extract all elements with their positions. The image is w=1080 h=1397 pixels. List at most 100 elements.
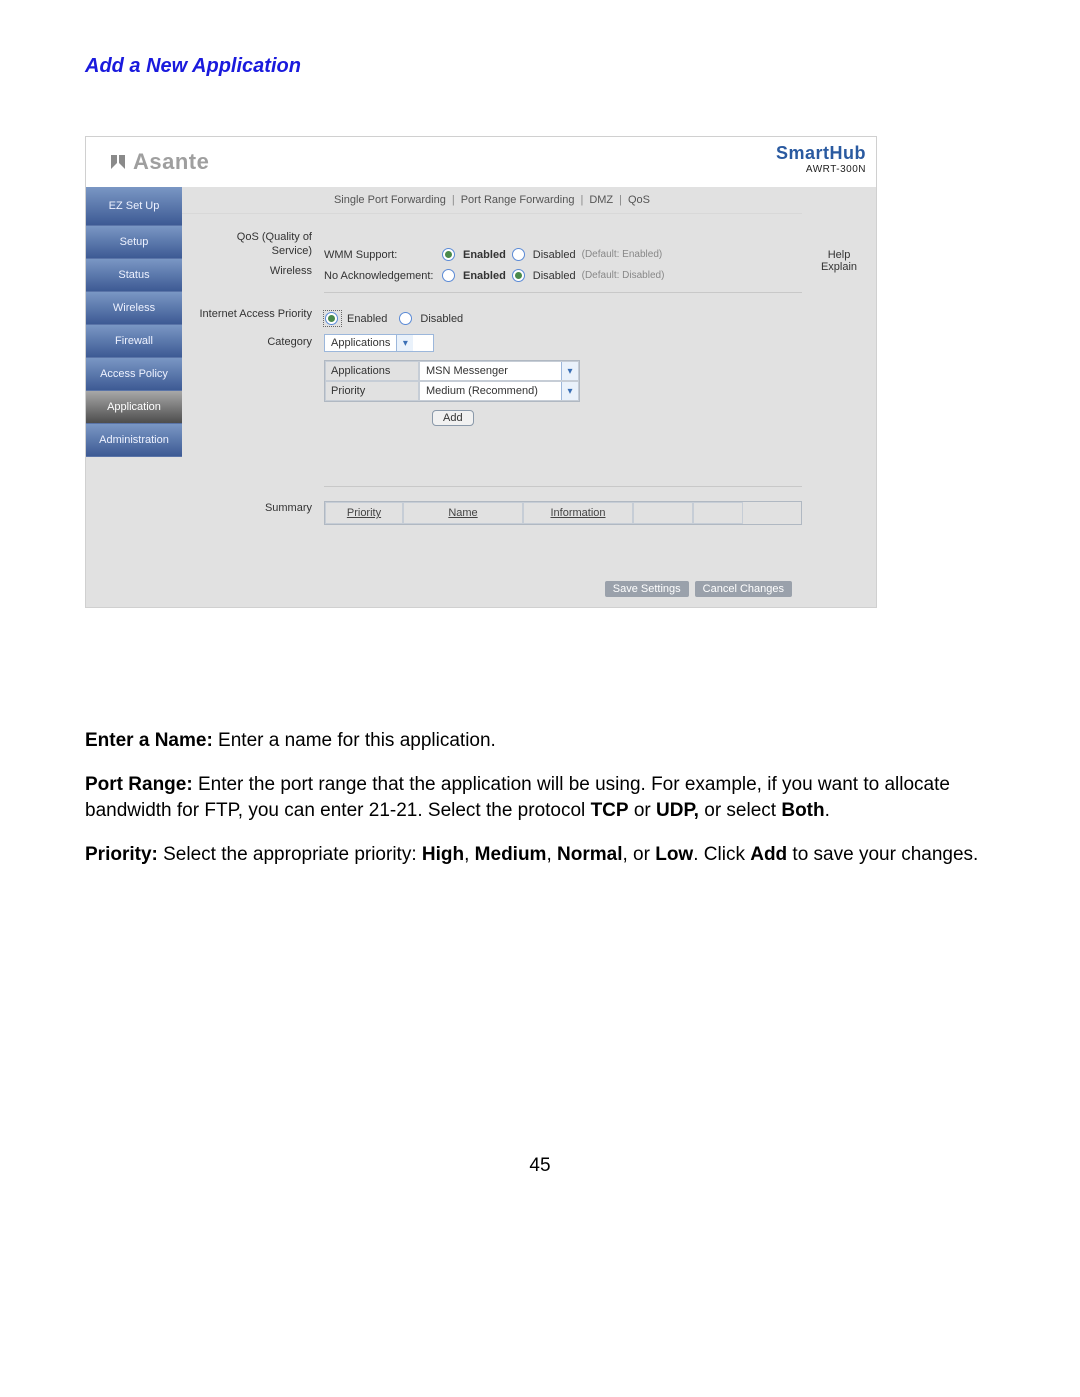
- iap-label: Internet Access Priority: [182, 307, 312, 321]
- instruction-enter-name: Enter a Name: Enter a name for this appl…: [85, 728, 1005, 754]
- iap-enabled-radio[interactable]: [325, 312, 338, 325]
- sidebar-item-wireless[interactable]: Wireless: [86, 292, 182, 325]
- both-text: Both: [781, 800, 824, 821]
- cancel-changes-button[interactable]: Cancel Changes: [695, 581, 792, 597]
- noack-enabled-radio[interactable]: [442, 269, 455, 282]
- priority-end: to save your changes.: [787, 844, 978, 865]
- add-text: Add: [750, 844, 787, 865]
- summary-table: Priority Name Information: [324, 501, 802, 525]
- noack-default-hint: (Default: Disabled): [582, 270, 665, 281]
- instruction-priority: Priority: Select the appropriate priorit…: [85, 842, 1005, 868]
- help-link[interactable]: Help: [802, 249, 876, 261]
- sidebar-item-label: Status: [118, 269, 149, 281]
- product-name: SmartHub: [776, 143, 866, 164]
- noack-label: No Acknowledgement:: [324, 270, 436, 282]
- subnav-item[interactable]: Single Port Forwarding: [334, 194, 446, 206]
- priority-text-b: . Click: [693, 844, 750, 865]
- sidebar-item-administration[interactable]: Administration: [86, 424, 182, 457]
- wmm-disabled-text: Disabled: [533, 249, 576, 261]
- applications-dropdown[interactable]: MSN Messenger ▾: [420, 362, 578, 380]
- sidebar-item-label: Administration: [99, 434, 169, 446]
- wmm-support-label: WMM Support:: [324, 249, 436, 261]
- category-label: Category: [182, 335, 312, 349]
- summary-col-priority[interactable]: Priority: [325, 502, 403, 524]
- tcp-text: TCP: [591, 800, 629, 821]
- normal-text: Normal: [557, 844, 622, 865]
- sidebar-item-label: Firewall: [115, 335, 153, 347]
- qos-section-label: QoS (Quality of Service) Wireless: [182, 230, 320, 299]
- port-range-label: Port Range:: [85, 774, 193, 795]
- add-button[interactable]: Add: [432, 410, 474, 426]
- wmm-enabled-radio[interactable]: [442, 248, 455, 261]
- save-settings-button[interactable]: Save Settings: [605, 581, 689, 597]
- summary-section-label: Summary: [182, 501, 320, 525]
- comma1: ,: [464, 844, 475, 865]
- brand-name: Asante: [133, 149, 209, 174]
- wmm-enabled-text: Enabled: [463, 249, 506, 261]
- sidebar-nav: EZ Set Up Setup Status Wireless Firewall…: [86, 187, 182, 607]
- explain-link[interactable]: Explain: [802, 261, 876, 273]
- priority-field-label: Priority: [325, 381, 419, 401]
- summary-col-empty-2: [693, 502, 743, 524]
- summary-col-name[interactable]: Name: [403, 502, 523, 524]
- subnav-item[interactable]: DMZ: [589, 194, 613, 206]
- sidebar-item-label: EZ Set Up: [109, 200, 160, 212]
- qos-label-line3: Wireless: [182, 264, 312, 278]
- product-model: AWRT-300N: [776, 164, 866, 175]
- sidebar-item-label: Access Policy: [100, 368, 168, 380]
- summary-col-information[interactable]: Information: [523, 502, 633, 524]
- sidebar-item-label: Setup: [120, 236, 149, 248]
- summary-col-empty-1: [633, 502, 693, 524]
- enter-name-label: Enter a Name:: [85, 730, 213, 751]
- applications-dropdown-value: MSN Messenger: [420, 365, 561, 377]
- brand-logo: Asante: [111, 149, 209, 175]
- sub-navigation: Single Port Forwarding | Port Range Forwa…: [182, 187, 802, 214]
- noack-enabled-text: Enabled: [463, 270, 506, 282]
- high-text: High: [422, 844, 464, 865]
- noack-disabled-text: Disabled: [533, 270, 576, 282]
- sidebar-item-firewall[interactable]: Firewall: [86, 325, 182, 358]
- chevron-down-icon: ▾: [561, 362, 578, 380]
- subnav-item[interactable]: QoS: [628, 194, 650, 206]
- brand-logo-mark-icon: [111, 155, 129, 169]
- priority-text-a: Select the appropriate priority:: [158, 844, 422, 865]
- category-dropdown[interactable]: Applications ▾: [324, 334, 434, 352]
- help-panel: Help Explain: [802, 187, 876, 607]
- sidebar-item-setup[interactable]: Setup: [86, 226, 182, 259]
- udp-text: UDP,: [656, 800, 699, 821]
- sidebar-item-access-policy[interactable]: Access Policy: [86, 358, 182, 391]
- noack-disabled-radio[interactable]: [512, 269, 525, 282]
- sidebar-item-label: Application: [107, 401, 161, 413]
- action-bar: Save Settings Cancel Changes: [182, 569, 802, 607]
- chevron-down-icon: ▾: [561, 382, 578, 400]
- iap-disabled-radio[interactable]: [399, 312, 412, 325]
- or-text: or: [629, 800, 656, 821]
- router-admin-ui: Asante SmartHub AWRT-300N EZ Set Up Setu…: [85, 136, 877, 608]
- subnav-divider: |: [450, 194, 457, 206]
- iap-disabled-text: Disabled: [420, 313, 463, 325]
- iap-section-label: Internet Access Priority Category: [182, 307, 320, 493]
- wmm-disabled-radio[interactable]: [512, 248, 525, 261]
- priority-dropdown-value: Medium (Recommend): [420, 385, 561, 397]
- applications-field-label: Applications: [325, 361, 419, 381]
- subnav-item[interactable]: Port Range Forwarding: [461, 194, 575, 206]
- priority-dropdown[interactable]: Medium (Recommend) ▾: [420, 382, 578, 400]
- comma2: ,: [546, 844, 557, 865]
- enter-name-text: Enter a name for this application.: [213, 730, 496, 751]
- low-text: Low: [655, 844, 693, 865]
- port-range-end: .: [825, 800, 830, 821]
- subnav-divider: |: [617, 194, 624, 206]
- doc-heading: Add a New Application: [85, 55, 1005, 78]
- medium-text: Medium: [475, 844, 547, 865]
- chevron-down-icon: ▾: [396, 335, 413, 351]
- sidebar-item-ez-set-up[interactable]: EZ Set Up: [86, 187, 182, 226]
- wmm-default-hint: (Default: Enabled): [582, 249, 663, 260]
- instructions-block: Enter a Name: Enter a name for this appl…: [85, 728, 1005, 868]
- sidebar-item-status[interactable]: Status: [86, 259, 182, 292]
- sidebar-item-application[interactable]: Application: [86, 391, 182, 424]
- divider: [324, 486, 802, 487]
- priority-label: Priority:: [85, 844, 158, 865]
- qos-label-line1: QoS (Quality of: [182, 230, 312, 244]
- main-content: Single Port Forwarding | Port Range Forwa…: [182, 187, 802, 607]
- instruction-port-range: Port Range: Enter the port range that th…: [85, 772, 1005, 824]
